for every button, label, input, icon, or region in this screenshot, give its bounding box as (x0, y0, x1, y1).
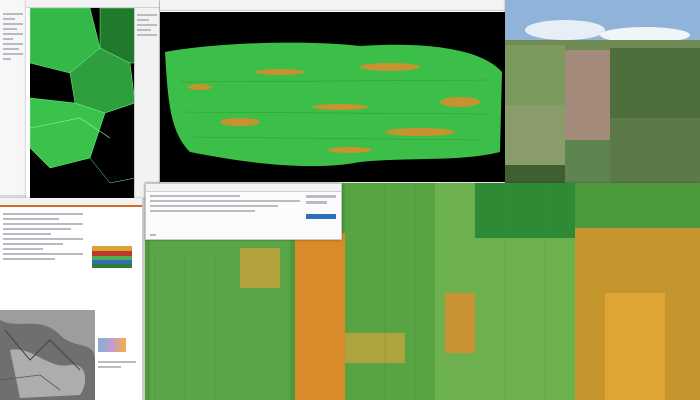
legend-swatch-5 (92, 264, 132, 268)
report-titlebar[interactable] (0, 198, 142, 207)
small-color-thumbnail (98, 338, 126, 352)
left-edge-text-lines (0, 0, 26, 73)
report-color-legend (92, 246, 132, 268)
vector-polygon-map[interactable] (30, 8, 135, 198)
report-window[interactable] (0, 198, 143, 400)
crop-map-titlebar[interactable] (160, 0, 505, 11)
vector-map-toolbar (134, 8, 159, 198)
report-side-text (98, 358, 136, 371)
crop-stress-map[interactable] (160, 12, 505, 182)
dialog-color-bar (306, 214, 336, 219)
vector-map-window[interactable] (26, 0, 159, 198)
report-text-lines (3, 210, 83, 263)
left-edge-window (0, 0, 27, 195)
dialog-ok-button[interactable] (150, 234, 156, 236)
dialog-window[interactable] (145, 183, 342, 240)
dialog-titlebar[interactable] (146, 184, 341, 192)
crop-map-window[interactable] (160, 0, 505, 183)
grayscale-satellite-thumbnail (0, 310, 95, 400)
vector-map-titlebar[interactable] (26, 0, 159, 8)
dialog-text-lines (150, 192, 300, 215)
dialog-side-panel (306, 192, 336, 236)
